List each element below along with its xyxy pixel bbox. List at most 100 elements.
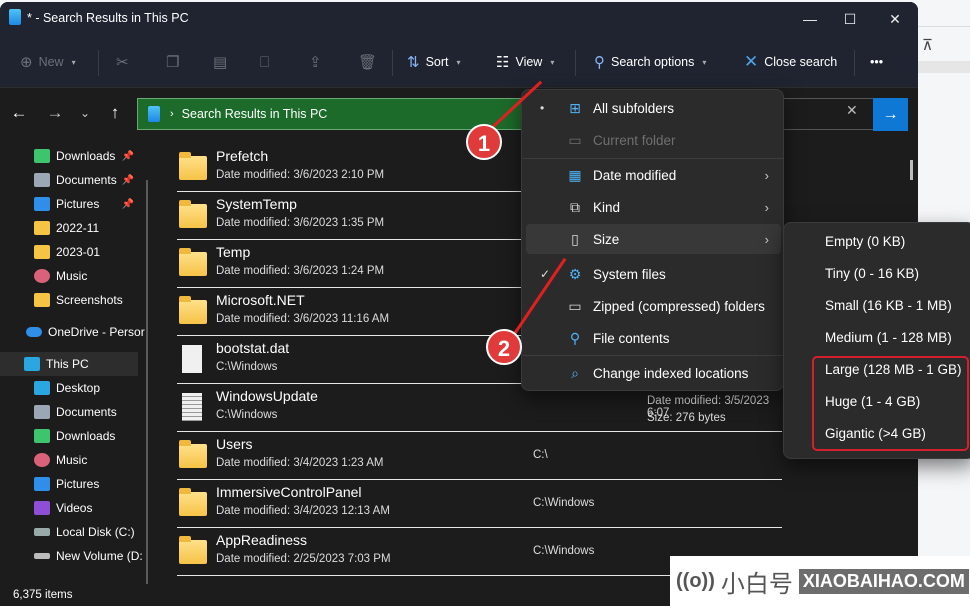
size-option-small[interactable]: Small (16 KB - 1 MB): [825, 298, 952, 313]
sidebar-item-label: 2023-01: [56, 245, 101, 259]
menu-item-kind[interactable]: ⧉ Kind ›: [526, 192, 781, 222]
folder-icon: [179, 440, 207, 468]
window-title: * - Search Results in This PC: [27, 11, 189, 25]
size-option-empty[interactable]: Empty (0 KB): [825, 234, 905, 249]
sidebar-item-2023-01[interactable]: 2023-01: [0, 240, 148, 264]
close-button[interactable]: ✕: [875, 8, 915, 30]
file-date: Date modified: 3/6/2023 11:16 AM: [216, 313, 390, 325]
menu-item-all-subfolders[interactable]: • ⊞ All subfolders: [526, 93, 781, 123]
sidebar-item-2022-11[interactable]: 2022-11: [0, 216, 148, 240]
folder-icon: [179, 200, 207, 228]
watermark-en-text: XIAOBAIHAO.COM: [798, 568, 969, 594]
list-item[interactable]: ImmersiveControlPanel Date modified: 3/4…: [177, 480, 782, 528]
sidebar-item-this-pc[interactable]: This PC: [0, 352, 138, 376]
sidebar-item-onedrive[interactable]: OneDrive - Persor: [0, 320, 148, 344]
list-item[interactable]: bootstat.dat C:\Windows T: [177, 336, 540, 384]
plus-circle-icon: ⊕: [20, 54, 33, 71]
sidebar-item-videos[interactable]: Videos: [0, 496, 148, 520]
file-name: AppReadiness: [216, 532, 308, 548]
document-icon: [34, 173, 50, 187]
size-option-tiny[interactable]: Tiny (0 - 16 KB): [825, 266, 919, 281]
sidebar-item-new-volume-d[interactable]: New Volume (D:: [0, 544, 148, 568]
file-list-scrollbar[interactable]: [910, 160, 913, 180]
forward-button[interactable]: →: [44, 102, 66, 124]
menu-item-file-contents[interactable]: ⚲ File contents: [526, 323, 781, 353]
file-size: Size: 276 bytes: [647, 412, 726, 424]
folder-icon: [179, 488, 207, 516]
search-input[interactable]: [780, 98, 874, 130]
step-badge-2: 2: [486, 329, 522, 365]
selected-dot-icon: •: [540, 101, 545, 115]
pin-icon: 📌: [121, 198, 134, 210]
clear-search-icon[interactable]: ✕: [846, 102, 858, 119]
view-button[interactable]: ☷ View ▾: [496, 50, 554, 74]
menu-item-label: Zipped (compressed) folders: [593, 298, 765, 314]
rename-icon: ⎕: [260, 53, 270, 71]
up-button[interactable]: ↑: [104, 102, 126, 124]
more-options-button[interactable]: •••: [870, 50, 883, 74]
chevron-right-icon: ›: [764, 199, 769, 215]
sidebar-item-pictures[interactable]: Pictures: [0, 472, 148, 496]
list-item[interactable]: WindowsUpdate C:\Windows Date modified: …: [177, 384, 782, 432]
sidebar-item-screenshots[interactable]: Screenshots: [0, 288, 148, 312]
size-option-medium[interactable]: Medium (1 - 128 MB): [825, 330, 952, 345]
zip-folder-icon: ▭: [568, 298, 582, 314]
sidebar-item-documents[interactable]: Documents 📌: [0, 168, 148, 192]
menu-item-zipped-folders[interactable]: ▭ Zipped (compressed) folders: [526, 291, 781, 321]
file-date: Date modified: 3/4/2023 1:23 AM: [216, 457, 384, 469]
sidebar-item-music[interactable]: Music: [0, 448, 148, 472]
sidebar-item-pictures[interactable]: Pictures 📌: [0, 192, 148, 216]
file-name: Users: [216, 436, 253, 452]
menu-item-current-folder[interactable]: ▭ Current folder: [526, 125, 781, 155]
sidebar-item-music[interactable]: Music: [0, 264, 148, 288]
sort-button[interactable]: ⇅ Sort ▾: [407, 50, 461, 74]
sidebar-scrollbar[interactable]: [146, 180, 148, 585]
copy-button[interactable]: ❐: [166, 50, 179, 74]
list-item[interactable]: Users Date modified: 3/4/2023 1:23 AM C:…: [177, 432, 782, 480]
scissors-icon: ✂: [116, 54, 129, 71]
menu-item-size[interactable]: ▯ Size ›: [526, 224, 781, 254]
list-item[interactable]: Microsoft.NET Date modified: 3/6/2023 11…: [177, 288, 541, 336]
paste-button[interactable]: ▤: [213, 50, 227, 74]
list-item[interactable]: SystemTemp Date modified: 3/6/2023 1:35 …: [177, 192, 541, 240]
rename-button[interactable]: ⎕: [260, 50, 269, 74]
menu-item-date-modified[interactable]: ▦ Date modified ›: [526, 160, 781, 190]
list-item[interactable]: Temp Date modified: 3/6/2023 1:24 PM C: [177, 240, 541, 288]
maximize-button[interactable]: ☐: [830, 8, 870, 30]
address-bar[interactable]: › Search Results in This PC: [137, 98, 523, 130]
recent-locations-button[interactable]: ⌄: [74, 102, 96, 124]
search-go-button[interactable]: →: [873, 98, 908, 131]
menu-item-system-files[interactable]: ✓ ⚙ System files: [526, 259, 781, 289]
file-icon: [182, 345, 202, 373]
cut-button[interactable]: ✂: [116, 50, 129, 74]
minimize-button[interactable]: —: [790, 8, 830, 30]
sidebar-item-desktop[interactable]: Desktop: [0, 376, 148, 400]
folder-icon: [179, 536, 207, 564]
file-name: Microsoft.NET: [216, 292, 305, 308]
sidebar-item-label: Videos: [56, 501, 93, 515]
folder-icon: [34, 245, 50, 259]
sidebar-item-local-disk-c[interactable]: Local Disk (C:): [0, 520, 148, 544]
close-search-button[interactable]: ✕ Close search: [744, 50, 837, 74]
filter-clear-icon[interactable]: ⊼: [922, 36, 933, 54]
close-search-label: Close search: [764, 55, 838, 69]
sidebar-item-documents[interactable]: Documents: [0, 400, 148, 424]
delete-button[interactable]: 🗑: [358, 50, 377, 74]
search-options-icon: ⚲: [594, 54, 605, 71]
folder-icon: [179, 152, 207, 180]
menu-item-label: All subfolders: [593, 100, 675, 116]
search-options-button[interactable]: ⚲ Search options ▾: [594, 50, 706, 74]
download-icon: [34, 429, 50, 443]
share-button[interactable]: ⇪: [309, 50, 322, 74]
sidebar-item-label: 2022-11: [56, 221, 100, 235]
sidebar-item-label: Screenshots: [56, 293, 123, 307]
sidebar-item-downloads[interactable]: Downloads: [0, 424, 148, 448]
sidebar-item-label: This PC: [46, 357, 89, 371]
view-label: View: [515, 55, 543, 69]
new-button[interactable]: ⊕ New ▾: [20, 50, 76, 74]
back-button[interactable]: ←: [8, 102, 30, 124]
sidebar-item-downloads[interactable]: Downloads 📌: [0, 144, 148, 168]
menu-item-change-indexed-locations[interactable]: ⌕ Change indexed locations: [526, 358, 781, 388]
watermark-logo: ((o)) 小白号 XIAOBAIHAO.COM: [670, 556, 970, 606]
breadcrumb[interactable]: Search Results in This PC: [182, 107, 328, 121]
